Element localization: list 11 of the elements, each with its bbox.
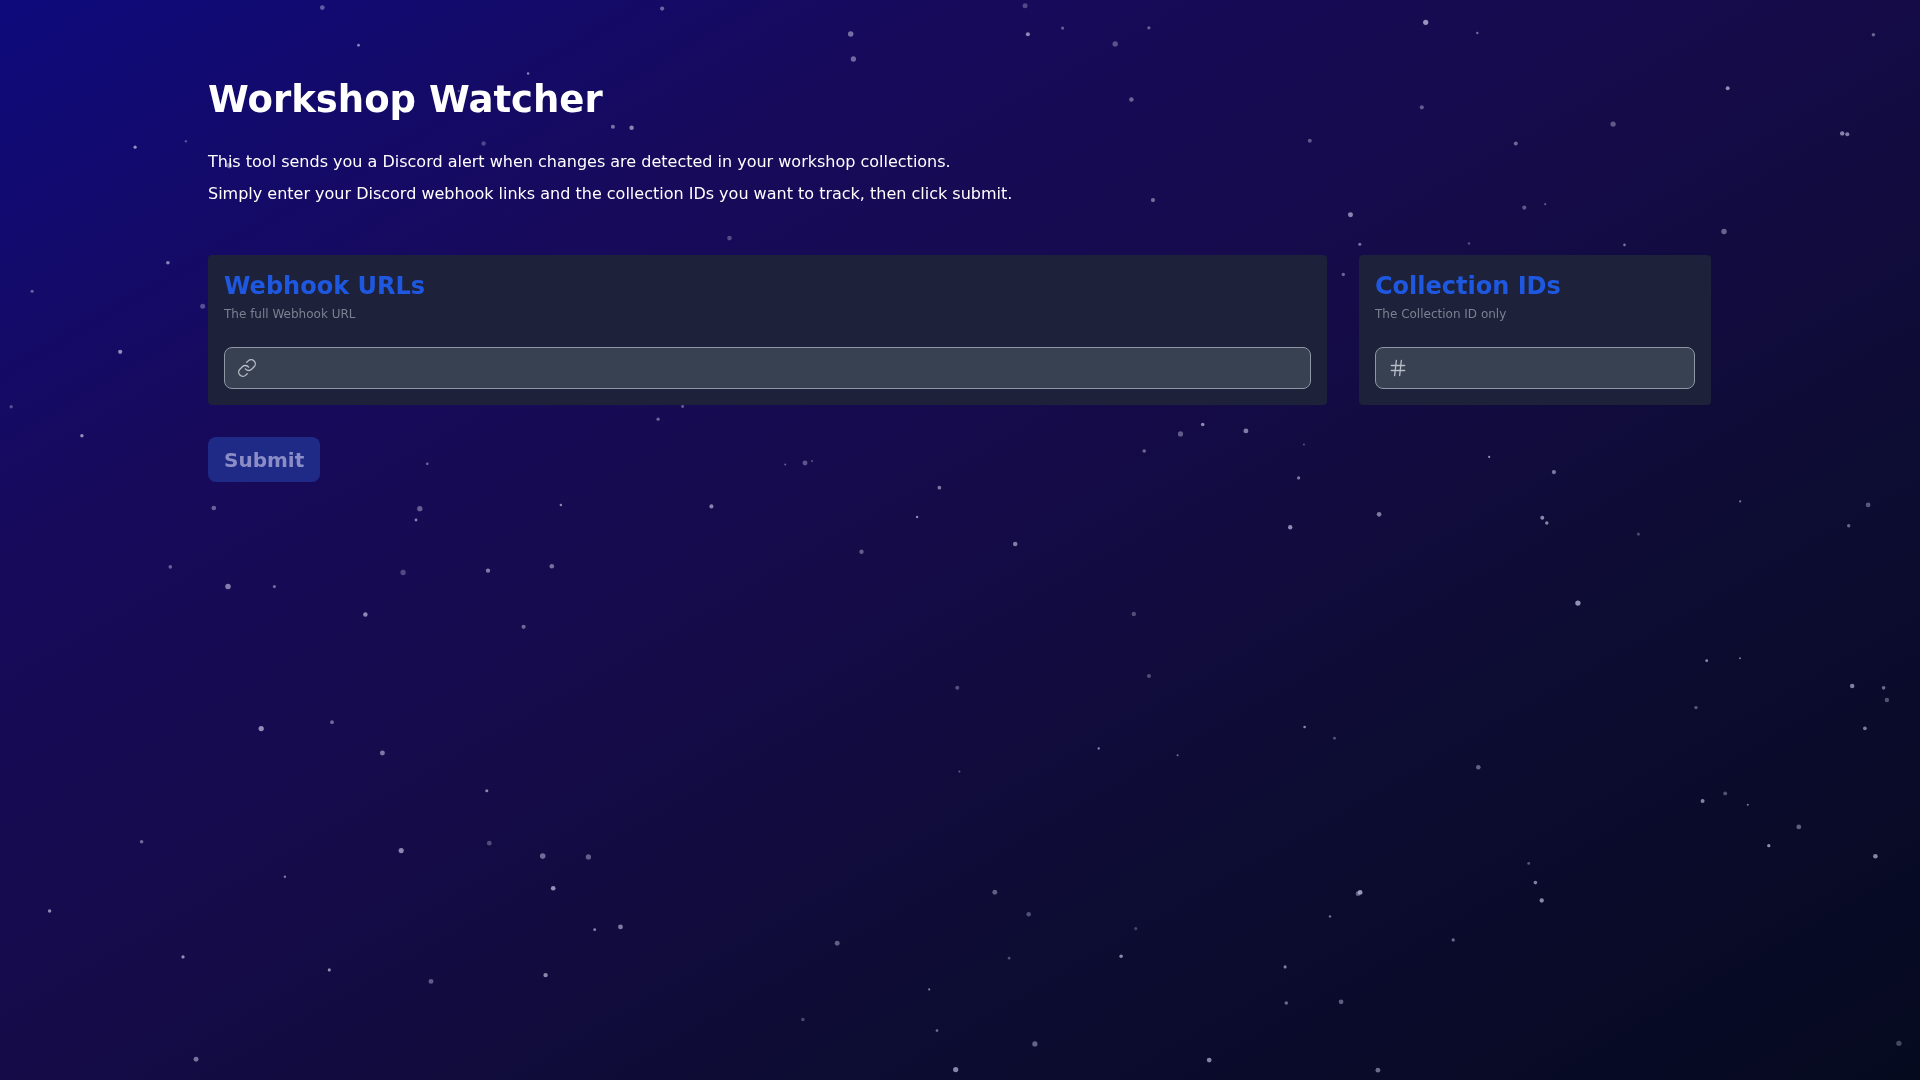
card-title: Collection IDs xyxy=(1375,271,1561,302)
card-subtitle: The full Webhook URL xyxy=(224,306,356,323)
description-text: This tool sends you a Discord alert when changes are detected in your workshop collections. xyxy=(208,151,952,173)
hash-icon xyxy=(1388,358,1408,378)
text-input[interactable] xyxy=(1375,347,1695,389)
card-title: Webhook URLs xyxy=(224,271,425,302)
card-subtitle: The Collection ID only xyxy=(1375,306,1507,323)
page-title: Workshop Watcher xyxy=(208,78,603,122)
description-text: Simply enter your Discord webhook links and the collection IDs you want to track, then click submit. xyxy=(208,183,1013,205)
text-input[interactable] xyxy=(224,347,1311,389)
link-icon xyxy=(237,358,257,378)
